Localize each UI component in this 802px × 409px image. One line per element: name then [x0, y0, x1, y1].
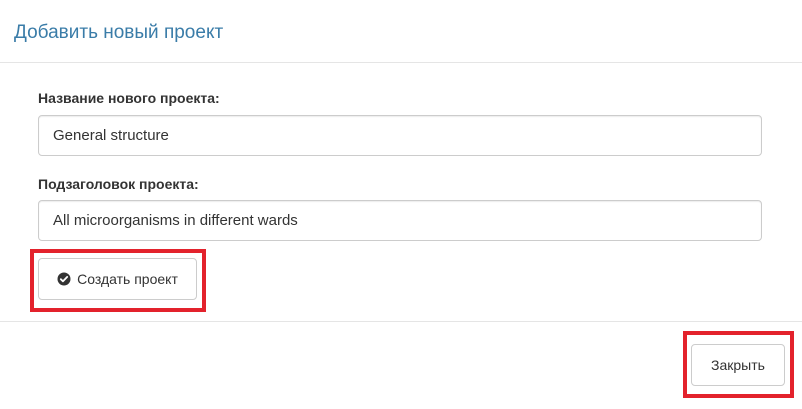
project-name-label: Название нового проекта: — [38, 90, 220, 106]
project-subtitle-input[interactable] — [38, 200, 762, 241]
project-subtitle-label: Подзаголовок проекта: — [38, 176, 199, 192]
check-circle-icon — [57, 272, 71, 286]
create-project-label: Создать проект — [77, 271, 178, 287]
modal-header: Добавить новый проект — [0, 0, 802, 63]
add-project-modal: Добавить новый проект Название нового пр… — [0, 0, 802, 409]
close-button-label: Закрыть — [711, 357, 765, 373]
modal-title: Добавить новый проект — [14, 22, 224, 43]
modal-footer — [0, 321, 802, 409]
close-button[interactable]: Закрыть — [691, 344, 785, 386]
create-project-button[interactable]: Создать проект — [38, 258, 197, 300]
project-name-input[interactable] — [38, 115, 762, 156]
